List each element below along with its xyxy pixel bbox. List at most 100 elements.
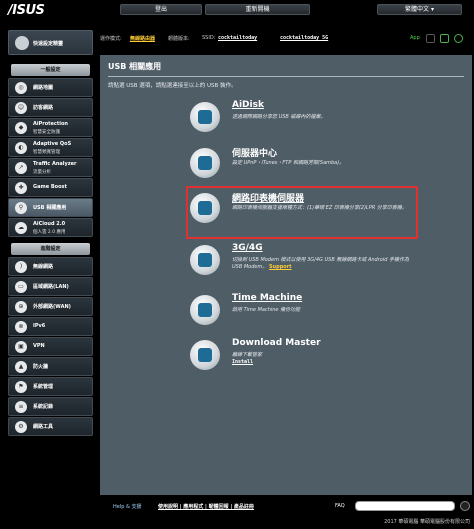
sidebar-item-label: 無線網路 bbox=[33, 264, 54, 270]
sidebar-item-label: 外部網路(WAN) bbox=[33, 304, 71, 310]
ssid-5g-link[interactable]: cocktailtoday_5G bbox=[280, 35, 328, 41]
sidebar-item-label: 防火牆 bbox=[33, 364, 49, 370]
printer-icon bbox=[190, 193, 220, 223]
feature-title[interactable]: 3G/4G bbox=[232, 243, 263, 253]
sidebar-item-wireless[interactable]: ) 無線網路 bbox=[8, 257, 93, 276]
sidebar-item-network-tools[interactable]: ⚙ 網路工具 bbox=[8, 417, 93, 436]
status-bar: 運作模式: 無線路由器 韌體版本: SSID: cocktailtoday co… bbox=[100, 33, 474, 45]
sidebar-item-adaptive-qos[interactable]: ◐ Adaptive QoS 智慧頻寬管理 bbox=[8, 138, 93, 157]
sidebar-item-firewall[interactable]: ▲ 防火牆 bbox=[8, 357, 93, 376]
support-link[interactable]: Support bbox=[269, 264, 292, 270]
sidebar-item-aicloud[interactable]: ☁ AiCloud 2.0 個人雲 2.0 應用 bbox=[8, 218, 93, 237]
ssid-prefix: SSID: bbox=[202, 35, 216, 41]
app-label[interactable]: App bbox=[410, 35, 420, 41]
wireless-icon: ) bbox=[15, 261, 27, 273]
feature-title[interactable]: 伺服器中心 bbox=[232, 146, 277, 159]
sidebar-item-system-log[interactable]: ≡ 系統記錄 bbox=[8, 397, 93, 416]
modem-icon bbox=[190, 245, 220, 275]
sidebar-item-game-boost[interactable]: ✚ Game Boost bbox=[8, 178, 93, 197]
feature-title[interactable]: AiDisk bbox=[232, 100, 264, 110]
ssid-24g-link[interactable]: cocktailtoday bbox=[218, 35, 257, 41]
faq-search-input[interactable] bbox=[355, 501, 455, 511]
sidebar-item-vpn[interactable]: ▣ VPN bbox=[8, 337, 93, 356]
sidebar-item-sublabel: 個人雲 2.0 應用 bbox=[33, 230, 66, 235]
vpn-icon: ▣ bbox=[15, 341, 27, 353]
sidebar-item-label: 系統管理 bbox=[33, 384, 54, 390]
feature-description-text: 切換到 USB Modem 模式以使用 3G/4G USB 無線網路卡或 And… bbox=[232, 257, 409, 270]
footer: Help & 支援 使用說明 | 應用程式 | 韌體回報 | 產品註冊 FAQ bbox=[100, 499, 474, 513]
feature-title[interactable]: 網路印表機伺服器 bbox=[232, 191, 304, 204]
sidebar-item-guest-network[interactable]: ☺ 訪客網路 bbox=[8, 98, 93, 117]
sidebar-item-lan[interactable]: ▭ 區域網路(LAN) bbox=[8, 277, 93, 296]
download-master-icon bbox=[190, 340, 220, 370]
sidebar-item-ipv6[interactable]: ⊗ IPv6 bbox=[8, 317, 93, 336]
feature-network-printer[interactable]: 網路印表機伺服器 網路印表機伺服器支援兩種方式：(1)華碩 EZ 印表機分享(2… bbox=[190, 189, 410, 244]
feature-3g-4g[interactable]: 3G/4G 切換到 USB Modem 模式以使用 3G/4G USB 無線網路… bbox=[190, 241, 410, 296]
firewall-icon: ▲ bbox=[15, 361, 27, 373]
feature-description: 網路印表機伺服器支援兩種方式：(1)華碩 EZ 印表機分享(2)LPR 分享印表… bbox=[232, 205, 407, 211]
sidebar-item-traffic-analyzer[interactable]: ↗ Traffic Analyzer 流量分析 bbox=[8, 158, 93, 177]
firmware-prefix: 韌體版本: bbox=[168, 36, 190, 42]
sidebar-item-label: Game Boost bbox=[33, 184, 67, 190]
user-icon[interactable] bbox=[426, 34, 435, 43]
asus-logo: /ISUS bbox=[8, 3, 45, 18]
feature-title[interactable]: Time Machine bbox=[232, 293, 302, 303]
sidebar-item-label: AiProtection bbox=[33, 121, 68, 127]
sidebar-item-label: AiCloud 2.0 bbox=[33, 221, 66, 227]
sidebar-item-wan[interactable]: ⊕ 外部網路(WAN) bbox=[8, 297, 93, 316]
operation-mode-prefix: 運作模式: bbox=[100, 36, 122, 42]
feature-download-master[interactable]: Download Master 離線下載管家 Install bbox=[190, 336, 410, 391]
cloud-icon: ☁ bbox=[15, 222, 27, 234]
log-icon: ≡ bbox=[15, 401, 27, 413]
sidebar-item-usb-apps[interactable]: ⚲ USB 相關應用 bbox=[8, 198, 93, 217]
admin-icon: ⚑ bbox=[15, 381, 27, 393]
usb-icon[interactable] bbox=[454, 34, 463, 43]
aidisk-icon bbox=[190, 102, 220, 132]
quick-setup-button[interactable]: 快速設定精靈 bbox=[8, 30, 93, 55]
feature-description: 離線下載管家 Install bbox=[232, 352, 412, 366]
network-map-icon: ◎ bbox=[15, 82, 27, 94]
sidebar-item-sublabel: 流量分析 bbox=[33, 170, 51, 175]
page-description: 請點選 USB 選項，請點選連接至以上的 USB 裝作。 bbox=[108, 83, 237, 89]
lan-icon: ▭ bbox=[15, 281, 27, 293]
feature-title: Download Master bbox=[232, 338, 321, 348]
faq-label: FAQ bbox=[335, 503, 345, 509]
quick-setup-label: 快速設定精靈 bbox=[33, 41, 64, 47]
traffic-icon: ↗ bbox=[15, 162, 27, 174]
device-icon[interactable] bbox=[440, 34, 449, 43]
guest-network-icon: ☺ bbox=[15, 102, 27, 114]
sidebar-item-administration[interactable]: ⚑ 系統管理 bbox=[8, 377, 93, 396]
qos-icon: ◐ bbox=[15, 142, 27, 154]
sidebar-item-network-map[interactable]: ◎ 網路地圖 bbox=[8, 78, 93, 97]
language-label: 繁體中文 bbox=[405, 6, 430, 13]
feature-description: 啟用 Time Machine 備份功能 bbox=[232, 307, 301, 313]
globe-icon: ⊕ bbox=[15, 301, 27, 313]
search-icon[interactable] bbox=[460, 501, 470, 511]
language-select[interactable]: 繁體中文 ▾ bbox=[377, 4, 462, 15]
page-title: USB 相關應用 bbox=[108, 62, 162, 71]
top-bar: /ISUS 登出 重新開機 繁體中文 ▾ bbox=[0, 0, 474, 18]
title-divider bbox=[108, 76, 464, 77]
usb-app-icon: ⚲ bbox=[15, 202, 27, 214]
sidebar-item-label: 訪客網路 bbox=[33, 105, 54, 111]
sidebar-item-label: 網路工具 bbox=[33, 424, 54, 430]
sidebar-item-label: 系統記錄 bbox=[33, 404, 54, 410]
sidebar-item-label: Adaptive QoS bbox=[33, 141, 72, 147]
feature-description-text: 離線下載管家 bbox=[232, 352, 263, 358]
reboot-button[interactable]: 重新開機 bbox=[205, 4, 310, 15]
logout-button[interactable]: 登出 bbox=[120, 4, 202, 15]
sidebar-item-label: VPN bbox=[33, 343, 45, 349]
help-support-link[interactable]: Help & 支援 bbox=[113, 503, 141, 510]
sidebar-item-aiprotection[interactable]: ◆ AiProtection 智慧安全防護 bbox=[8, 118, 93, 137]
sidebar-item-sublabel: 智慧安全防護 bbox=[33, 130, 60, 135]
ipv6-icon: ⊗ bbox=[15, 321, 27, 333]
sidebar-item-label: Traffic Analyzer bbox=[33, 161, 77, 167]
feature-description: 設定 UPnP・iTunes・FTP 和網路芳鄰(Samba)。 bbox=[232, 160, 345, 166]
footer-links[interactable]: 使用說明 | 應用程式 | 韌體回報 | 產品註冊 bbox=[158, 503, 254, 510]
server-center-icon bbox=[190, 148, 220, 178]
install-link[interactable]: Install bbox=[232, 359, 253, 365]
operation-mode-link[interactable]: 無線路由器 bbox=[130, 35, 155, 42]
feature-description: 切換到 USB Modem 模式以使用 3G/4G USB 無線網路卡或 And… bbox=[232, 257, 412, 271]
feature-description: 透過網際網路分享您 USB 磁碟內的檔案。 bbox=[232, 114, 326, 120]
shield-icon: ◆ bbox=[15, 122, 27, 134]
